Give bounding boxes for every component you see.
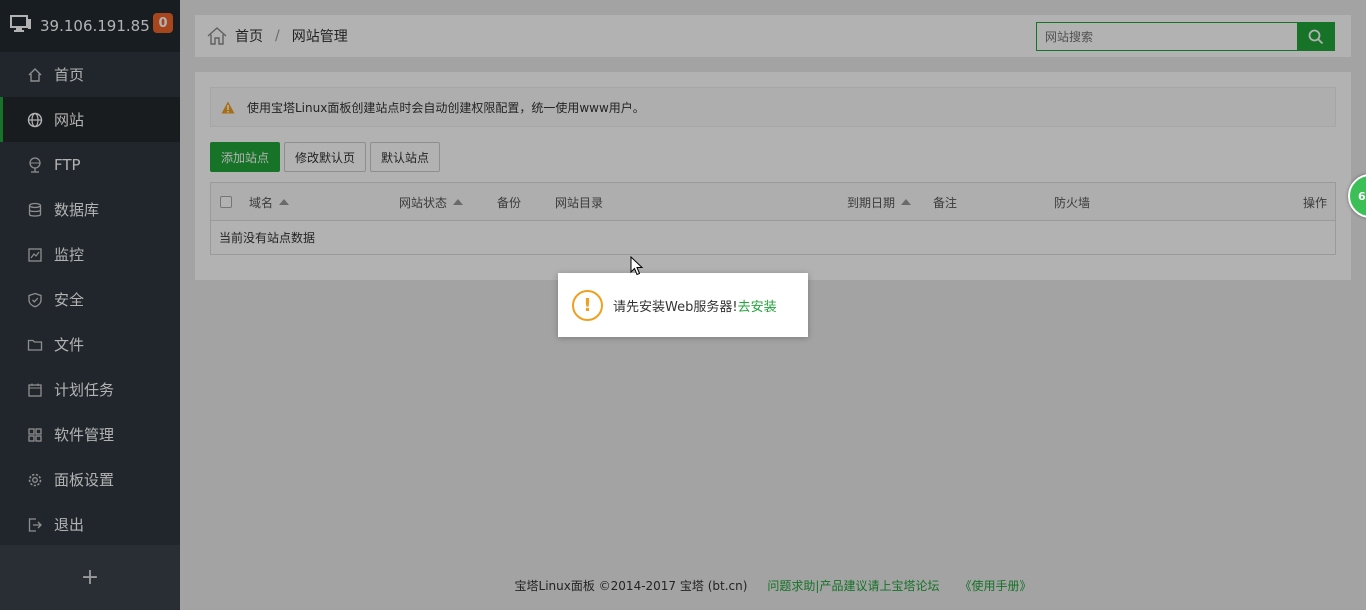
install-web-server-dialog: ! 请先安装Web服务器! 去安装 <box>558 273 808 337</box>
toast-message: 请先安装Web服务器! <box>613 299 738 315</box>
install-link[interactable]: 去安装 <box>738 296 777 315</box>
exclamation-icon: ! <box>572 289 603 321</box>
mouse-cursor-icon <box>630 255 644 280</box>
